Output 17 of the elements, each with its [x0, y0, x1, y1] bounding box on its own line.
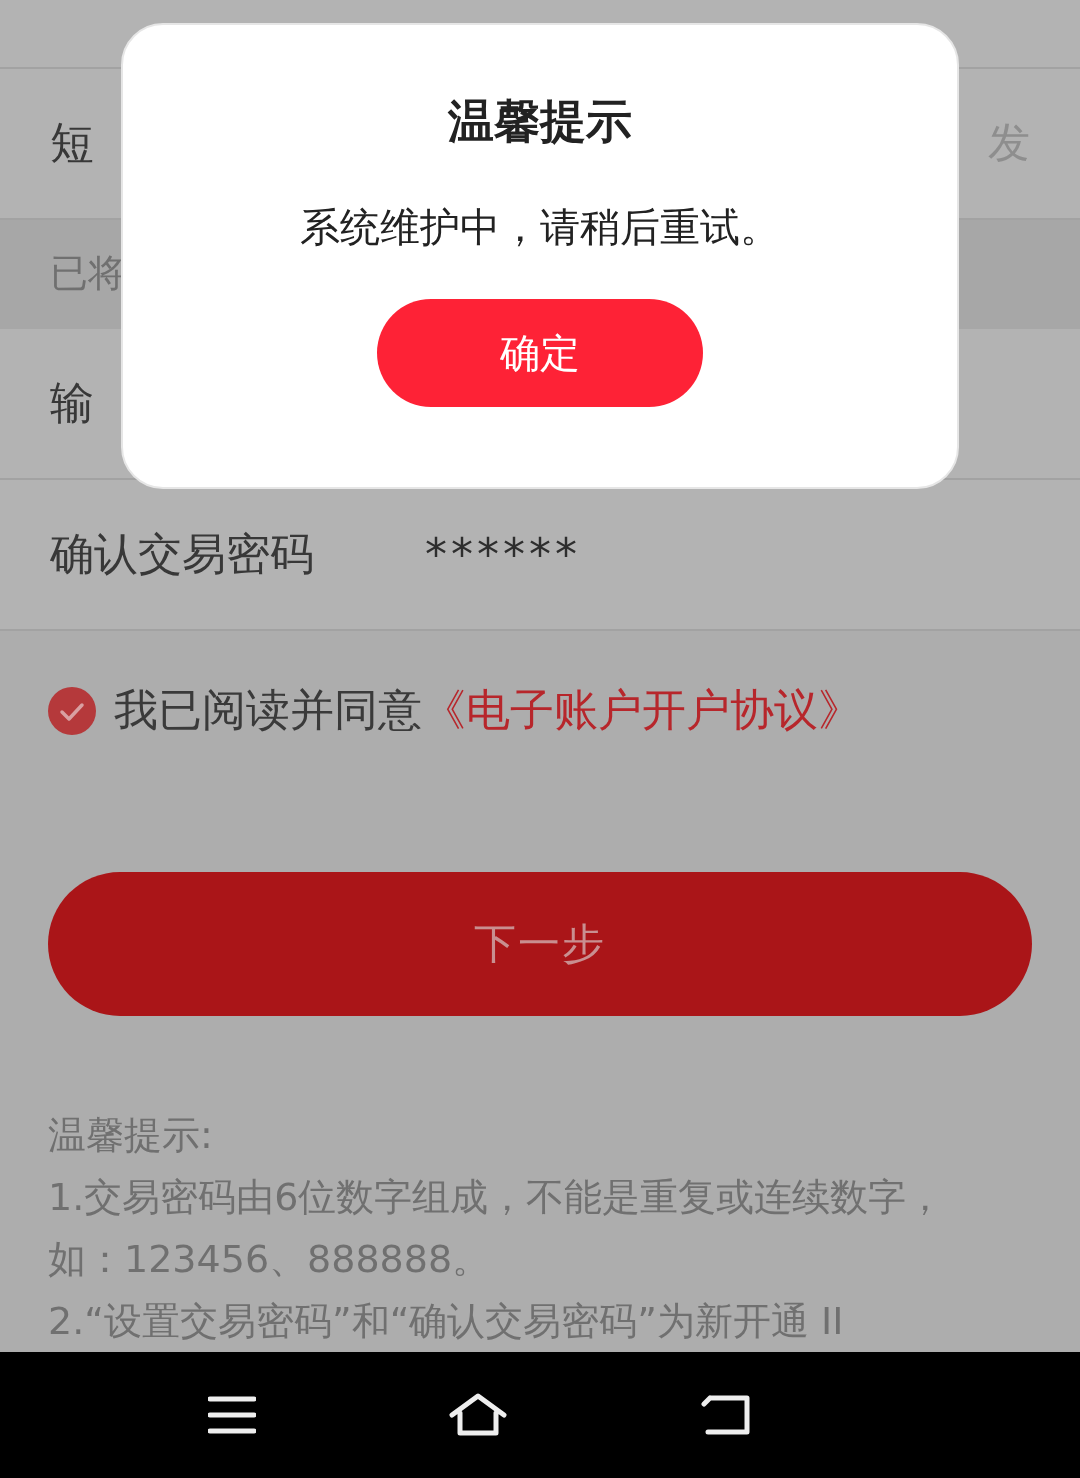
field-label: 输 [50, 376, 95, 430]
next-button[interactable]: 下一步 [48, 872, 1032, 1016]
back-icon[interactable] [700, 1395, 752, 1435]
tip-text: 2.“设置交易密码”和“确认交易密码”为新开通 II [48, 1298, 845, 1345]
checkbox[interactable] [48, 686, 96, 735]
confirm-button[interactable]: 确定 [377, 299, 703, 407]
dialog-title: 温馨提示 [448, 93, 632, 150]
tip-text: 1.交易密码由6位数字组成，不能是重复或连续数字，如：123456、888888。 [48, 1174, 946, 1283]
agreement-text: 我已阅读并同意《电子账户开户协议》 [114, 683, 862, 737]
dialog-message: 系统维护中，请稍后重试。 [300, 203, 780, 252]
tips-title: 温馨提示: [48, 1112, 214, 1159]
home-icon[interactable] [448, 1393, 508, 1437]
field-label: 确认交易密码 [50, 527, 315, 581]
field-value: ****** [425, 529, 581, 580]
field-label: 短 [50, 115, 95, 170]
agreement-link[interactable]: 《电子账户开户协议》 [422, 684, 862, 735]
menu-icon[interactable] [208, 1395, 256, 1435]
